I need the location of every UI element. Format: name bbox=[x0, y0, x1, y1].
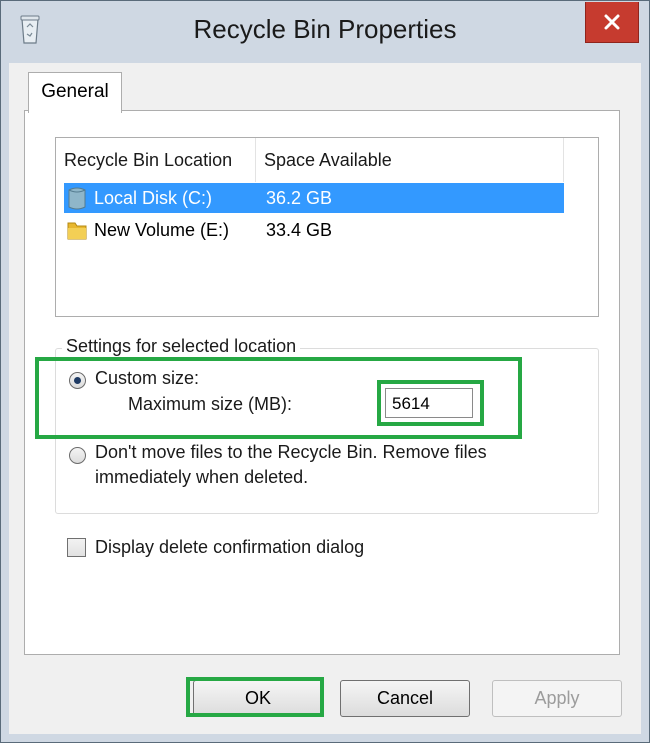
location-list[interactable]: Recycle Bin Location Space Available Loc… bbox=[55, 137, 599, 317]
dont-move-label-line2[interactable]: immediately when deleted. bbox=[95, 467, 308, 488]
folder-icon bbox=[67, 222, 87, 240]
custom-size-label[interactable]: Custom size: bbox=[95, 368, 199, 389]
confirm-dialog-label[interactable]: Display delete confirmation dialog bbox=[95, 537, 364, 558]
dialog-title: Recycle Bin Properties bbox=[193, 14, 457, 44]
list-item-space: 36.2 GB bbox=[266, 188, 333, 208]
close-icon bbox=[604, 14, 620, 30]
list-header: Recycle Bin Location Space Available bbox=[56, 138, 598, 182]
list-item-local-disk[interactable]: Local Disk (C:) 36.2 GB bbox=[64, 183, 564, 213]
tab-general[interactable]: General bbox=[28, 72, 122, 113]
title-bar[interactable]: Recycle Bin Properties bbox=[1, 1, 649, 63]
custom-size-radio[interactable] bbox=[69, 372, 86, 389]
list-item-space: 33.4 GB bbox=[266, 220, 333, 240]
list-item-name: Local Disk (C:) bbox=[94, 188, 213, 208]
list-item-name: New Volume (E:) bbox=[94, 220, 230, 240]
close-button[interactable] bbox=[585, 2, 639, 43]
column-header-space[interactable]: Space Available bbox=[256, 138, 564, 182]
confirm-dialog-checkbox[interactable] bbox=[67, 538, 86, 557]
dont-move-radio[interactable] bbox=[69, 447, 86, 464]
settings-legend: Settings for selected location bbox=[62, 336, 301, 357]
list-item-new-volume[interactable]: New Volume (E:) 33.4 GB bbox=[64, 215, 564, 245]
cancel-button[interactable]: Cancel bbox=[340, 680, 470, 717]
apply-button[interactable]: Apply bbox=[492, 680, 622, 717]
drive-icon bbox=[68, 187, 86, 210]
max-size-input[interactable]: 5614 bbox=[385, 388, 473, 418]
dont-move-label-line1[interactable]: Don't move files to the Recycle Bin. Rem… bbox=[95, 442, 487, 463]
max-size-label: Maximum size (MB): bbox=[128, 394, 293, 414]
column-header-location[interactable]: Recycle Bin Location bbox=[56, 138, 256, 182]
ok-button[interactable]: OK bbox=[193, 680, 323, 717]
